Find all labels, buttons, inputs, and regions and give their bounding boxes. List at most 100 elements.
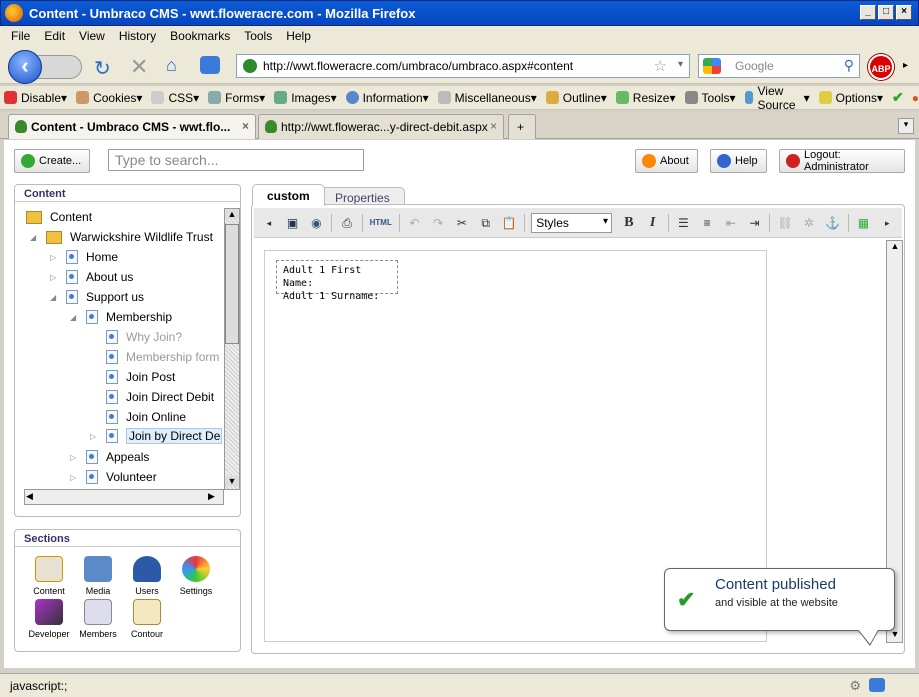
tab-list-button[interactable]: ▾ (898, 118, 914, 134)
tree-item-wwt[interactable]: ◢ Warwickshire Wildlife Trust (30, 227, 213, 247)
publish-notification[interactable]: ✔ Content published and visible at the w… (664, 568, 895, 631)
insert-image-icon[interactable]: ▦ (855, 215, 873, 231)
section-settings[interactable]: Settings (174, 556, 218, 596)
tab-custom[interactable]: custom (252, 184, 325, 206)
anchor-icon[interactable]: ⚓ (824, 215, 842, 231)
url-bar[interactable]: http://wwt.floweracre.com/umbraco/umbrac… (236, 54, 690, 78)
back-button[interactable]: ‹ (8, 50, 42, 84)
paste-icon[interactable]: 📋 (500, 215, 518, 231)
indent-icon[interactable]: ⇥ (746, 215, 764, 231)
tree-item-about-us[interactable]: ▷ About us (50, 267, 133, 287)
save-icon[interactable]: ▣ (284, 215, 302, 231)
collapsed-arrow-icon[interactable]: ▷ (90, 432, 100, 441)
dev-forms[interactable]: Forms ▾ (208, 91, 265, 105)
status-addon-icon[interactable] (869, 678, 885, 692)
section-users[interactable]: Users (125, 556, 169, 596)
stop-icon[interactable]: ✕ (130, 54, 148, 80)
styles-dropdown[interactable]: Styles (531, 212, 613, 233)
embedded-form[interactable]: Adult 1 First Name: Adult 1 Surname: (276, 260, 398, 302)
tab-close-icon[interactable]: × (490, 119, 497, 133)
menu-tools[interactable]: Tools (237, 29, 279, 43)
editor-scroll-up-icon[interactable]: ▲ (888, 241, 902, 251)
tab-close-icon[interactable]: × (242, 119, 249, 133)
section-developer[interactable]: Developer (27, 599, 71, 639)
preview-icon[interactable]: ⎙ (338, 215, 356, 231)
tree-item-join-by-direct-debit[interactable]: ▷Join by Direct Debit (90, 426, 222, 446)
numbered-list-icon[interactable]: ≡ (698, 215, 716, 231)
tree-item-join-online[interactable]: Join Online (106, 407, 186, 427)
section-content[interactable]: Content (27, 556, 71, 596)
collapsed-arrow-icon[interactable]: ▷ (70, 473, 80, 482)
dev-view-source[interactable]: View Source ▾ (744, 84, 810, 112)
about-button[interactable]: About (635, 149, 698, 173)
tree-item-volunteer[interactable]: ▷ Volunteer (70, 467, 157, 487)
scroll-right-icon[interactable]: ▶ (208, 491, 215, 502)
dev-outline[interactable]: Outline ▾ (545, 91, 607, 105)
menu-help[interactable]: Help (279, 29, 318, 43)
section-members[interactable]: Members (76, 599, 120, 639)
undo-icon[interactable]: ↶ (406, 215, 424, 231)
content-search-input[interactable]: Type to search... (108, 149, 364, 171)
copy-icon[interactable]: ⧉ (477, 215, 495, 231)
scroll-down-icon[interactable]: ▼ (225, 476, 239, 486)
collapsed-arrow-icon[interactable]: ▷ (50, 273, 60, 282)
search-icon[interactable]: ⚲ (844, 57, 854, 74)
tree-item-join-post[interactable]: Join Post (106, 367, 175, 387)
dev-cookies[interactable]: Cookies ▾ (76, 91, 142, 105)
toolbar-more-icon[interactable]: ▸ (878, 215, 896, 231)
italic-button[interactable]: I (644, 215, 662, 231)
dev-tools[interactable]: Tools ▾ (684, 91, 736, 105)
menu-edit[interactable]: Edit (37, 29, 72, 43)
home-icon[interactable]: ⌂ (166, 55, 177, 76)
link-icon[interactable]: ⛓ (776, 215, 794, 231)
menu-history[interactable]: History (112, 29, 163, 43)
tree-item-support-us[interactable]: ◢ Support us (50, 287, 144, 307)
status-gear-icon[interactable]: ⚙ (849, 678, 861, 694)
tree-item-why-join[interactable]: Why Join? (106, 327, 182, 347)
tree-item-content[interactable]: Content (26, 207, 92, 227)
outdent-icon[interactable]: ⇤ (722, 215, 740, 231)
tree-item-membership[interactable]: ◢ Membership (70, 307, 172, 327)
tree-scroll-thumb[interactable] (225, 224, 239, 344)
tree-item-membership-form[interactable]: Membership form (106, 347, 219, 367)
dev-css[interactable]: CSS ▾ (151, 91, 199, 105)
adblock-icon[interactable]: ABP (868, 54, 894, 80)
addon-icon[interactable] (200, 56, 220, 74)
dev-miscellaneous[interactable]: Miscellaneous ▾ (437, 91, 537, 105)
reload-icon[interactable]: ↻ (94, 56, 111, 81)
dev-disable[interactable]: Disable ▾ (4, 91, 67, 105)
collapsed-arrow-icon[interactable]: ▷ (50, 253, 60, 262)
tab-umbraco-content[interactable]: Content - Umbraco CMS - wwt.flo... × (8, 114, 256, 139)
section-contour[interactable]: Contour (125, 599, 169, 639)
menu-view[interactable]: View (72, 29, 112, 43)
bullet-list-icon[interactable]: ☰ (675, 215, 693, 231)
create-button[interactable]: Create... (14, 149, 91, 173)
expanded-arrow-icon[interactable]: ◢ (30, 233, 40, 242)
scroll-up-icon[interactable]: ▲ (225, 209, 239, 219)
tree-horizontal-scrollbar[interactable] (24, 489, 224, 505)
menu-file[interactable]: File (4, 29, 37, 43)
bold-button[interactable]: B (620, 215, 638, 231)
menu-bookmarks[interactable]: Bookmarks (163, 29, 237, 43)
expanded-arrow-icon[interactable]: ◢ (50, 293, 60, 302)
redo-icon[interactable]: ↷ (429, 215, 447, 231)
dev-resize[interactable]: Resize ▾ (615, 91, 676, 105)
expanded-arrow-icon[interactable]: ◢ (70, 313, 80, 322)
tree-item-join-direct-debit[interactable]: Join Direct Debit (106, 387, 214, 407)
minimize-button[interactable]: _ (860, 5, 876, 20)
search-engine-box[interactable]: Google ⚲ (698, 54, 860, 78)
google-icon[interactable] (703, 58, 721, 74)
save-publish-icon[interactable]: ◉ (307, 215, 325, 231)
scroll-left-icon[interactable]: ◀ (26, 491, 33, 502)
collapsed-arrow-icon[interactable]: ▷ (70, 453, 80, 462)
cut-icon[interactable]: ✂ (453, 215, 471, 231)
html-source-button[interactable]: HTML (369, 215, 393, 231)
toolbar-overflow-icon[interactable]: ▸ (903, 60, 908, 71)
maximize-button[interactable]: □ (878, 5, 894, 20)
dev-information[interactable]: Information ▾ (345, 91, 429, 105)
unlink-icon[interactable]: ✲ (800, 215, 818, 231)
bookmark-star-icon[interactable]: ☆ (654, 57, 667, 75)
toolbar-collapse-icon[interactable]: ◂ (260, 215, 278, 231)
logout-button[interactable]: Logout: Administrator (779, 149, 905, 173)
help-button[interactable]: Help (710, 149, 767, 173)
